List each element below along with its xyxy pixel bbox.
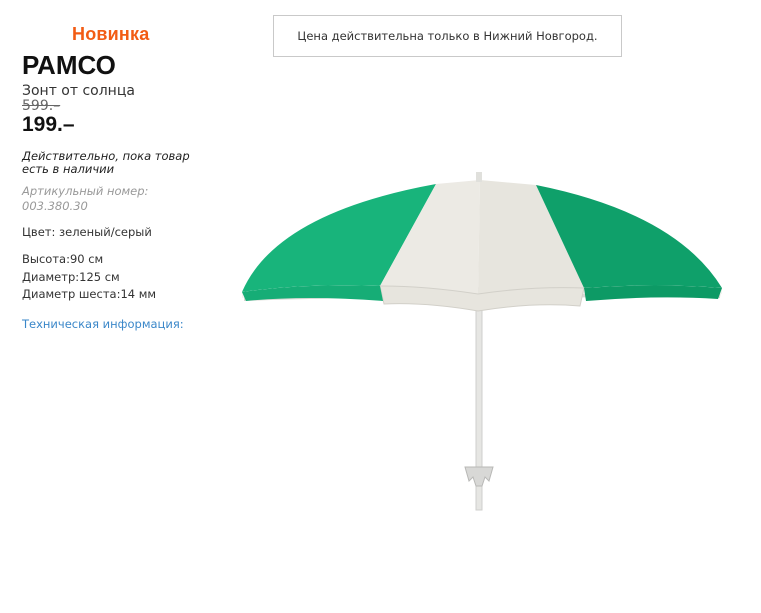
umbrella-illustration	[242, 172, 722, 511]
old-price: 599.–	[22, 98, 61, 114]
new-badge: Новинка	[72, 24, 150, 44]
new-price: 199.–	[22, 113, 75, 136]
spec-diameter: Диаметр:125 см	[22, 269, 120, 284]
technical-info-link[interactable]: Техническая информация:	[22, 317, 184, 331]
spec-pole-diameter: Диаметр шеста:14 мм	[22, 287, 157, 301]
product-description: Зонт от солнца	[22, 83, 135, 99]
notice-text: Цена действительна только в Нижний Новго…	[297, 29, 598, 43]
article-label: Артикульный номер:	[22, 184, 149, 198]
availability-note: Действительно, пока товар есть в наличии	[22, 149, 190, 176]
article-number: 003.380.30	[22, 199, 88, 213]
article-number-block: Артикульный номер: 003.380.30	[22, 184, 212, 214]
product-color: Цвет: зеленый/серый	[22, 225, 152, 239]
spec-height: Высота:90 см	[22, 252, 104, 266]
specs-list: Высота:90 см Диаметр:125 см Диаметр шест…	[22, 251, 156, 304]
product-name: РАМСО	[22, 50, 116, 80]
price-region-notice: Цена действительна только в Нижний Новго…	[273, 15, 622, 57]
product-image	[236, 168, 728, 517]
